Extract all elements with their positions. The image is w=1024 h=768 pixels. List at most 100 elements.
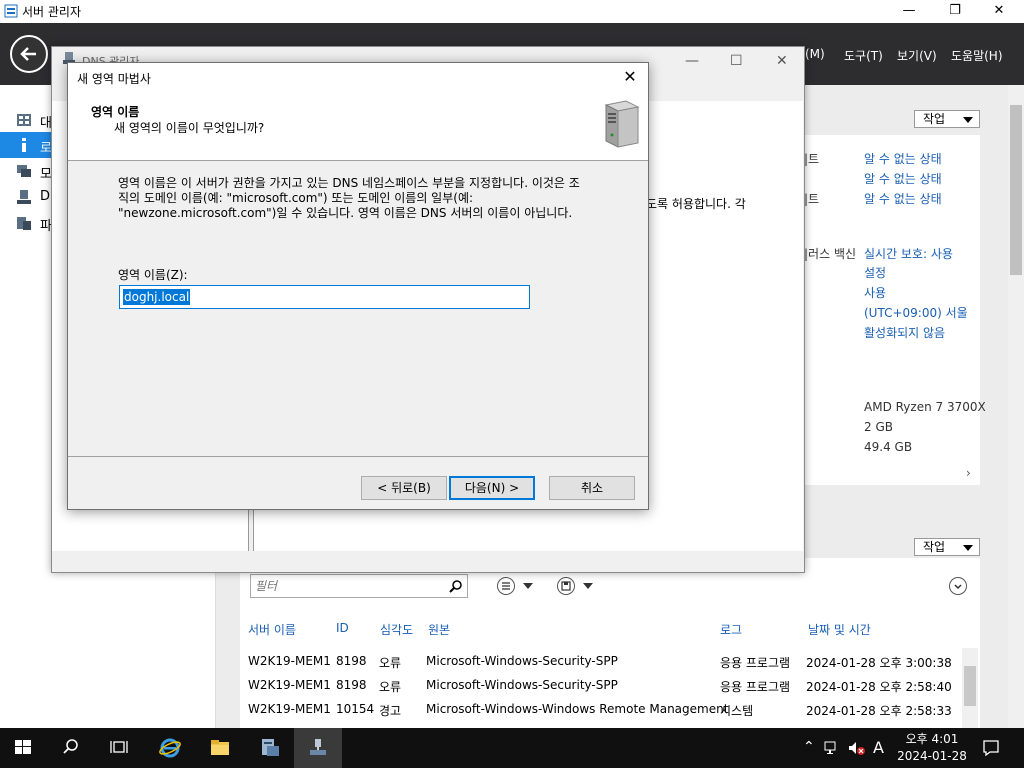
clock-time: 오후 4:01 [905, 732, 959, 746]
cell-log: 응용 프로그램 [720, 680, 791, 694]
column-header-id[interactable]: ID [336, 621, 349, 635]
events-task-button[interactable]: 작업 [914, 538, 980, 556]
list-options-button[interactable] [497, 577, 515, 595]
chevron-down-icon [963, 117, 973, 123]
menu-help[interactable]: 도움말(H) [951, 47, 1003, 64]
property-value-link[interactable]: 알 수 없는 상태 [864, 170, 942, 187]
column-header-source[interactable]: 원본 [428, 621, 450, 638]
start-button[interactable] [0, 728, 48, 768]
property-value-link[interactable]: 활성화되지 않음 [864, 324, 945, 341]
nav-label: D [40, 189, 51, 204]
main-scrollbar[interactable] [1008, 85, 1024, 728]
servers-icon [17, 165, 31, 177]
scrollbar-thumb[interactable] [964, 666, 976, 706]
server-tower-icon [604, 100, 640, 148]
property-value-link[interactable]: 설정 [864, 264, 886, 281]
zone-name-label: 영역 이름(Z): [118, 268, 188, 282]
network-icon[interactable] [824, 740, 840, 756]
cancel-button[interactable]: 취소 [549, 476, 635, 500]
cell-id: 8198 [336, 678, 367, 692]
volume-muted-icon[interactable] [848, 740, 866, 756]
property-label: |러스 백신 [804, 247, 857, 261]
cell-log: 응용 프로그램 [720, 656, 791, 670]
task-label: 작업 [923, 112, 946, 126]
zone-name-input[interactable]: doghj.local [119, 285, 530, 309]
description-line: "newzone.microsoft.com")일 수 있습니다. 영역 이름은… [118, 206, 573, 220]
column-header-server[interactable]: 서버 이름 [248, 621, 296, 638]
property-value-link[interactable]: (UTC+09:00) 서울 [864, 304, 968, 321]
wizard-body: 영역 이름은 이 서버가 권한을 가지고 있는 DNS 네임스페이스 부분을 지… [68, 162, 648, 452]
maximize-button[interactable]: ☐ [730, 53, 743, 69]
scrollbar-thumb[interactable] [1010, 105, 1022, 275]
restore-button[interactable]: ❐ [932, 0, 978, 23]
cell-severity: 오류 [379, 680, 402, 694]
wizard-header-subtitle: 새 영역의 이름이 무엇입니까? [114, 121, 265, 135]
cell-source: Microsoft-Windows-Security-SPP [426, 654, 618, 668]
folder-icon [211, 740, 229, 755]
search-icon[interactable] [449, 579, 463, 593]
clock[interactable]: 오후 4:01 2024-01-28 [892, 731, 972, 765]
input-method-indicator[interactable]: A [873, 738, 884, 757]
column-header-datetime[interactable]: 날짜 및 시간 [808, 621, 871, 638]
next-button[interactable]: 다음(N) > [449, 476, 535, 500]
cell-datetime: 2024-01-28 오후 3:00:38 [806, 656, 952, 670]
minimize-button[interactable]: — [886, 0, 932, 23]
minimize-button[interactable]: — [685, 53, 699, 69]
close-button[interactable]: ✕ [620, 67, 640, 87]
dns-manager-taskbar-button[interactable] [294, 728, 342, 768]
back-button[interactable]: < 뒤로(B) [361, 476, 447, 500]
chevron-up-icon[interactable]: ⌃ [803, 739, 815, 755]
task-label: 작업 [923, 540, 946, 554]
menu-manage[interactable]: (M) [805, 47, 825, 61]
window-title: 서버 관리자 [22, 5, 82, 19]
filter-input[interactable] [255, 576, 445, 596]
notification-icon[interactable] [982, 739, 1000, 757]
task-view-icon [110, 741, 128, 753]
search-icon [63, 739, 78, 754]
property-value-link[interactable]: 알 수 없는 상태 [864, 190, 942, 207]
property-label: |트 [804, 192, 820, 206]
task-view-button[interactable] [96, 728, 144, 768]
cell-severity: 오류 [379, 656, 402, 670]
property-label: |트 [804, 152, 820, 166]
property-value: 49.4 GB [864, 440, 913, 454]
internet-explorer-icon [159, 738, 181, 758]
dns-icon [17, 190, 31, 204]
column-header-severity[interactable]: 심각도 [380, 621, 413, 638]
clock-date: 2024-01-28 [897, 749, 967, 763]
save-query-button[interactable] [557, 577, 575, 595]
server-manager-taskbar-button[interactable] [246, 728, 294, 768]
cell-server: W2K19-MEM1 [248, 702, 331, 716]
menu-tools[interactable]: 도구(T) [844, 47, 883, 64]
property-value-link[interactable]: 사용 [864, 284, 886, 301]
cell-id: 10154 [336, 702, 375, 716]
chevron-down-icon[interactable] [523, 583, 533, 589]
file-explorer-button[interactable] [196, 728, 244, 768]
property-value-link[interactable]: 실시간 보호: 사용 [864, 245, 953, 262]
wizard-header-title: 영역 이름 [91, 105, 140, 119]
server-manager-icon [262, 739, 279, 756]
close-button[interactable]: ✕ [776, 53, 788, 69]
cell-id: 8198 [336, 654, 367, 668]
properties-task-button[interactable]: 작업 [914, 110, 980, 128]
filter-box [250, 574, 468, 598]
internet-explorer-button[interactable] [146, 728, 194, 768]
search-button[interactable] [48, 728, 96, 768]
save-icon [561, 581, 571, 591]
close-button[interactable]: ✕ [976, 0, 1022, 23]
menu-view[interactable]: 보기(V) [897, 47, 937, 64]
column-header-log[interactable]: 로그 [720, 621, 742, 638]
property-value-link[interactable]: 알 수 없는 상태 [864, 150, 942, 167]
wizard-title: 새 영역 마법사 [77, 72, 151, 86]
description-line: 직의 도메인 이름(예: "microsoft.com") 또는 도메인 이름의… [118, 191, 474, 205]
events-scrollbar[interactable] [962, 648, 978, 728]
chevron-down-icon[interactable] [583, 583, 593, 589]
windows-logo-icon [15, 740, 31, 754]
info-icon [22, 138, 26, 152]
list-icon [502, 582, 510, 590]
cell-severity: 경고 [379, 704, 402, 718]
cell-server: W2K19-MEM1 [248, 678, 331, 692]
back-button[interactable] [10, 35, 48, 73]
scroll-right-icon[interactable]: › [966, 466, 971, 480]
expand-button[interactable] [949, 577, 967, 595]
